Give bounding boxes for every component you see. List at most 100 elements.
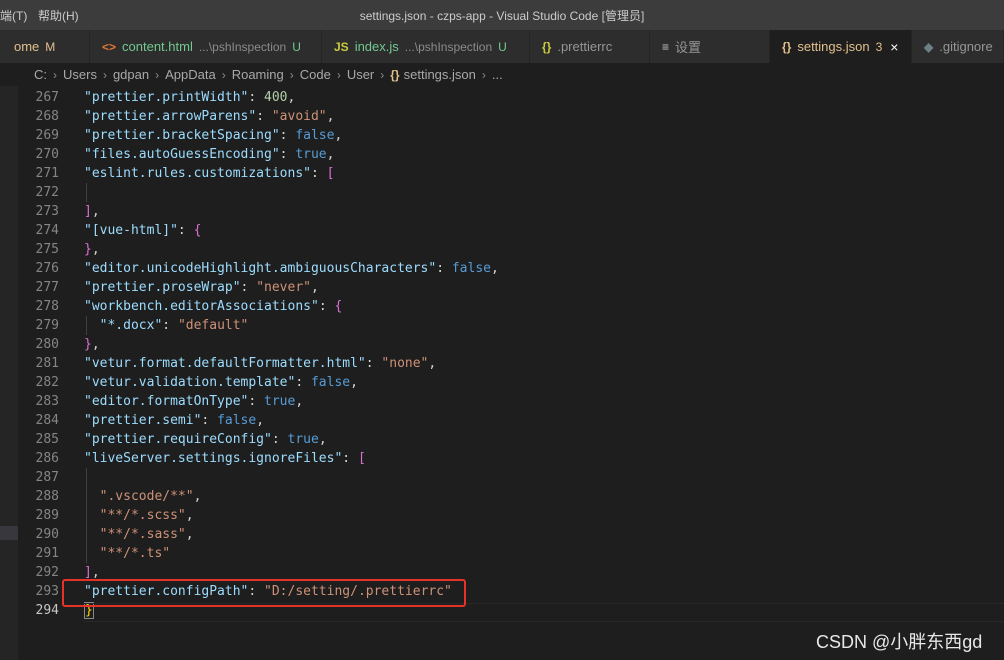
line-number: 284 [35,413,59,428]
json-file-icon: {} [390,67,400,82]
code-token: "prettier.printWidth" [84,90,249,105]
code-line[interactable]: 280}, [18,335,1004,354]
breadcrumb-item[interactable]: gdpan [113,67,149,82]
line-number: 291 [35,546,59,561]
code-token: : [248,90,265,105]
breadcrumb-item[interactable]: settings.json [404,67,476,82]
code-line[interactable]: 270 "files.autoGuessEncoding": true, [18,145,1004,164]
code-line[interactable]: 282 "vetur.validation.template": false, [18,373,1004,392]
code-line[interactable]: 267 "prettier.printWidth": 400, [18,88,1004,107]
code-line[interactable]: 290 "**/*.sass", [18,525,1004,544]
line-number: 278 [35,299,59,314]
breadcrumb-item[interactable]: AppData [165,67,216,82]
code-token: "default" [177,318,249,333]
code-line[interactable]: 281 "vetur.format.defaultFormatter.html":… [18,354,1004,373]
code-line[interactable]: 274 "[vue-html]": { [18,221,1004,240]
tab-settings-json[interactable]: {} settings.json 3 × [770,30,912,63]
code-token: ] [84,204,92,219]
line-number: 290 [35,527,59,542]
code-line[interactable]: 285 "prettier.requireConfig": true, [18,430,1004,449]
code-token: : [240,280,257,295]
tab-description: ...\pshInspection [198,39,287,54]
chevron-right-icon: › [102,67,107,82]
tab-content-html[interactable]: <> content.html ...\pshInspection U [90,30,322,63]
code-token: "prettier.bracketSpacing" [84,128,280,143]
code-line[interactable]: 268 "prettier.arrowParens": "avoid", [18,107,1004,126]
code-line[interactable]: 277 "prettier.proseWrap": "never", [18,278,1004,297]
code-token: , [185,508,194,523]
breadcrumb-item[interactable]: Roaming [232,67,284,82]
code-token: "*.docx" [99,318,163,333]
code-line[interactable]: 283 "editor.formatOnType": true, [18,392,1004,411]
tab-status-badge: U [498,39,507,54]
code-line[interactable]: 287 [18,468,1004,487]
breadcrumb-item[interactable]: ... [492,67,503,82]
code-line[interactable]: 286 "liveServer.settings.ignoreFiles": [ [18,449,1004,468]
code-token: false [295,128,335,143]
code-token: : [256,109,272,124]
code-token: [ [357,451,366,466]
code-token: false [217,413,257,428]
code-line[interactable]: 289 "**/*.scss", [18,506,1004,525]
code-line[interactable]: 278 "workbench.editorAssociations": { [18,297,1004,316]
code-line[interactable]: 271 "eslint.rules.customizations": [ [18,164,1004,183]
breadcrumb-item[interactable]: C: [34,67,47,82]
code-token: true [264,394,296,409]
code-token: , [311,280,319,295]
code-token: : [310,166,327,181]
tab-label: settings.json [797,39,870,54]
tab-home[interactable]: ome M [0,30,90,63]
tab-description: ...\pshInspection [404,39,493,54]
tab-index-js[interactable]: JS index.js ...\pshInspection U [322,30,530,63]
tab-gitignore[interactable]: ◆ .gitignore [912,30,1004,63]
code-token: ] [84,565,92,580]
code-text: "eslint.rules.customizations": [ [84,164,334,183]
code-token: false [310,375,351,390]
code-line[interactable]: 276 "editor.unicodeHighlight.ambiguousCha… [18,259,1004,278]
code-line[interactable]: 291 "**/*.ts" [18,544,1004,563]
code-token: , [326,109,335,124]
sidebar-marker [0,526,18,540]
code-token: : [177,223,194,238]
chevron-right-icon: › [155,67,160,82]
code-line[interactable]: 275}, [18,240,1004,259]
code-line[interactable]: 273], [18,202,1004,221]
line-number: 276 [35,261,59,276]
code-token: { [334,299,343,314]
close-icon[interactable]: × [890,39,898,55]
code-editor[interactable]: 267 "prettier.printWidth": 400, 268 "pretti… [18,88,1004,660]
code-line[interactable]: 269 "prettier.bracketSpacing": false, [18,126,1004,145]
code-line[interactable]: 272 [18,183,1004,202]
code-token: "files.autoGuessEncoding" [84,147,280,162]
breadcrumb-item[interactable]: Users [63,67,97,82]
code-token: { [193,223,202,238]
line-number: 273 [35,204,59,219]
line-number: 292 [35,565,59,580]
tab-prettierrc[interactable]: {} .prettierrc [530,30,650,63]
breadcrumb-item[interactable]: Code [300,67,331,82]
code-text: "files.autoGuessEncoding": true, [84,145,334,164]
tab-status-badge: M [45,39,56,54]
code-token: "liveServer.settings.ignoreFiles" [84,451,343,466]
code-line[interactable]: 288 ".vscode/**", [18,487,1004,506]
code-text: "prettier.semi": false, [84,411,264,430]
code-token: false [451,261,491,276]
code-token: , [318,432,327,447]
line-number: 288 [35,489,59,504]
line-number: 269 [35,128,59,143]
code-line[interactable]: 279 "*.docx": "default" [18,316,1004,335]
code-text: "vetur.format.defaultFormatter.html": "n… [84,354,436,373]
code-text: "liveServer.settings.ignoreFiles": [ [84,449,366,468]
line-number: 279 [35,318,59,333]
tab-settings-ui[interactable]: ≡ 设置 [650,30,770,63]
code-token: "never" [256,280,311,295]
code-text: "**/*.ts" [84,544,170,563]
code-line[interactable]: 284 "prettier.semi": false, [18,411,1004,430]
breadcrumb-item[interactable]: User [347,67,374,82]
git-file-icon: ◆ [924,39,934,54]
code-token: , [428,356,437,371]
line-number: 282 [35,375,59,390]
code-token: , [91,565,100,580]
